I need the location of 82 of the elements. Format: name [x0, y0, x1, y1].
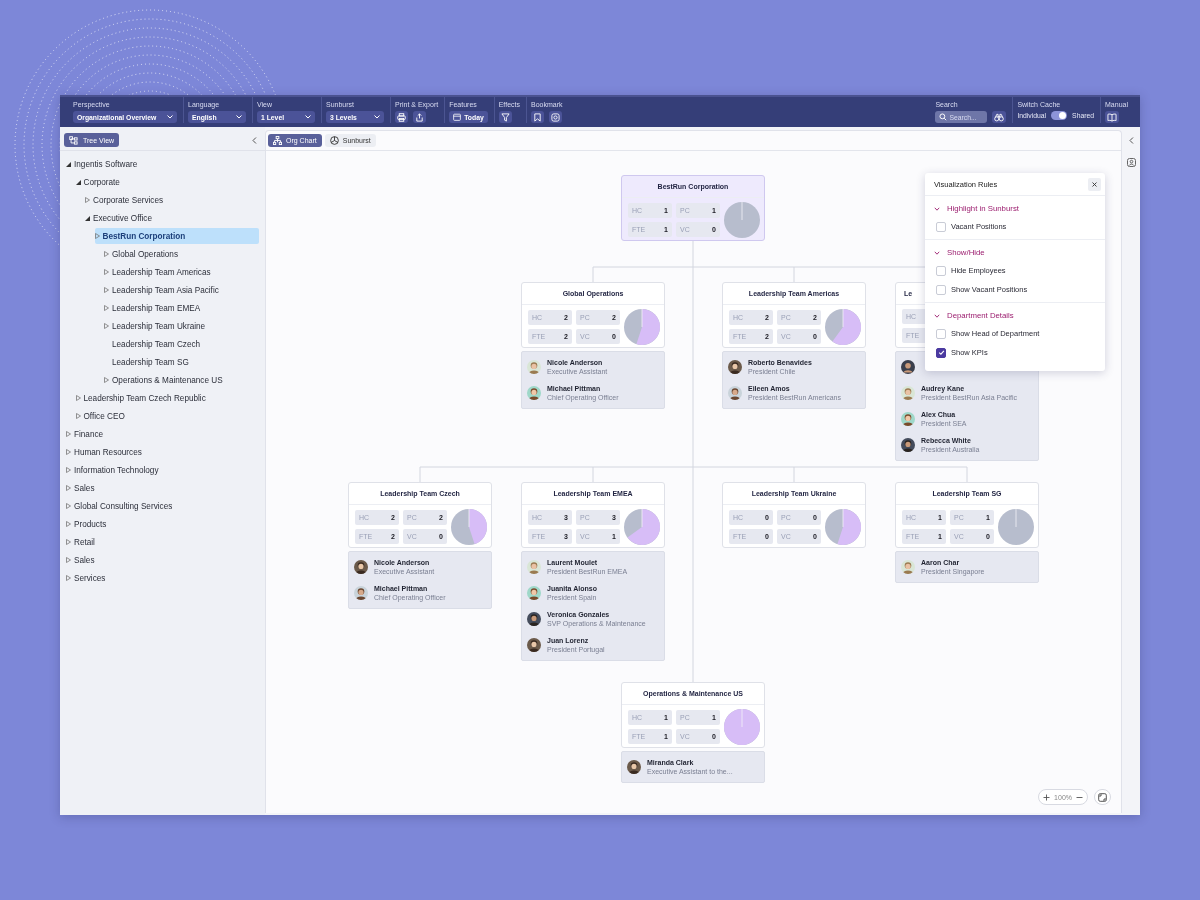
org-chart-icon: [273, 136, 282, 145]
avatar-icon: [527, 560, 541, 574]
avatar-icon: [901, 360, 915, 374]
pie-chart-drawing: [825, 509, 861, 545]
tree-item[interactable]: Leadership Team Ukraine: [104, 318, 259, 334]
filter-icon[interactable]: [498, 111, 512, 123]
caret-icon: [374, 115, 380, 119]
tree-item[interactable]: Leadership Team Americas: [104, 264, 259, 280]
search-icon: [939, 113, 948, 121]
triangle-icon[interactable]: [75, 179, 81, 185]
avatar-icon: [901, 560, 915, 574]
calendar-icon: [453, 113, 462, 121]
sunburst-icon: [329, 136, 339, 145]
tree-item[interactable]: Ingentis Software: [66, 156, 259, 172]
tree-item[interactable]: Leadership Team Czech Republic: [75, 390, 259, 406]
badge-icon[interactable]: [549, 111, 562, 123]
avatar-icon: [901, 438, 915, 452]
avatar-icon: [527, 360, 541, 374]
chevron-left-icon[interactable]: [1128, 137, 1134, 144]
tree-item[interactable]: Leadership Team Asia Pacific: [104, 282, 259, 298]
fit-screen-button[interactable]: [1094, 789, 1111, 805]
triangle-icon[interactable]: [66, 161, 71, 167]
avatar-icon: [901, 412, 915, 426]
tree-item[interactable]: Global Consulting Services: [66, 498, 259, 514]
pie-chart-drawing: [825, 309, 861, 345]
fit-screen-icon: [1098, 792, 1107, 802]
zoom-in-button[interactable]: [1042, 792, 1052, 802]
chevron-left-icon[interactable]: [252, 136, 257, 144]
tree-item[interactable]: Office CEO: [75, 408, 259, 424]
avatar-icon: [627, 760, 641, 774]
tree-item[interactable]: Human Resources: [66, 444, 259, 460]
avatar-icon: [527, 638, 541, 652]
tree-item[interactable]: Leadership Team SG: [104, 354, 259, 370]
pie-chart-drawing: [624, 509, 660, 545]
caret-icon: [167, 115, 173, 119]
pie-chart-drawing: [724, 709, 760, 745]
tree-item[interactable]: Retail: [66, 534, 259, 550]
toggle-switch[interactable]: [1051, 111, 1068, 120]
plus-icon: [1043, 793, 1051, 801]
tree-item[interactable]: Sales: [66, 552, 259, 568]
tree-item[interactable]: Executive Office: [85, 210, 259, 226]
tree-item[interactable]: Services: [66, 570, 259, 586]
pie-chart-drawing: [624, 309, 660, 345]
tree-item[interactable]: Sales: [66, 480, 259, 496]
avatar-icon: [527, 386, 541, 400]
tree-item[interactable]: Corporate Services: [85, 192, 259, 208]
checkbox[interactable]: [936, 347, 946, 358]
chevron-icon[interactable]: [934, 205, 940, 212]
tree-item[interactable]: BestRun Corporation: [94, 228, 259, 244]
person-icon[interactable]: [1126, 158, 1136, 167]
tree-item[interactable]: Leadership Team EMEA: [104, 300, 259, 316]
avatar-icon: [354, 560, 368, 574]
tree-item[interactable]: Information Technology: [66, 462, 259, 478]
close-icon: [1092, 181, 1097, 187]
close-button[interactable]: [1088, 177, 1101, 191]
chevron-icon[interactable]: [934, 249, 940, 256]
book-icon[interactable]: [1105, 111, 1120, 123]
printer-icon[interactable]: [395, 111, 408, 123]
caret-icon: [236, 115, 242, 119]
pie-chart-drawing: [724, 202, 760, 238]
caret-icon: [305, 115, 311, 119]
pie-chart-drawing: [451, 509, 487, 545]
tree-item[interactable]: Operations & Maintenance US: [104, 372, 259, 388]
tree-item[interactable]: Products: [66, 516, 259, 532]
avatar-icon: [728, 360, 742, 374]
hierarchy-icon: [69, 135, 78, 145]
tree-item[interactable]: Leadership Team Czech: [104, 336, 259, 352]
checkmark-icon: [937, 349, 945, 356]
avatar-icon: [728, 386, 742, 400]
tree-item[interactable]: Corporate: [75, 174, 259, 190]
binoculars-icon[interactable]: [992, 111, 1007, 123]
share-icon[interactable]: [413, 111, 426, 123]
bookmark-icon[interactable]: [531, 111, 544, 123]
triangle-icon[interactable]: [85, 215, 90, 221]
tree-item[interactable]: Global Operations: [104, 246, 259, 262]
chevron-icon[interactable]: [934, 312, 940, 319]
tree-item[interactable]: Finance: [66, 426, 259, 442]
pie-chart-drawing: [998, 509, 1034, 545]
avatar-icon: [354, 586, 368, 600]
avatar-icon: [527, 612, 541, 626]
avatar-icon: [901, 386, 915, 400]
avatar-icon: [527, 586, 541, 600]
